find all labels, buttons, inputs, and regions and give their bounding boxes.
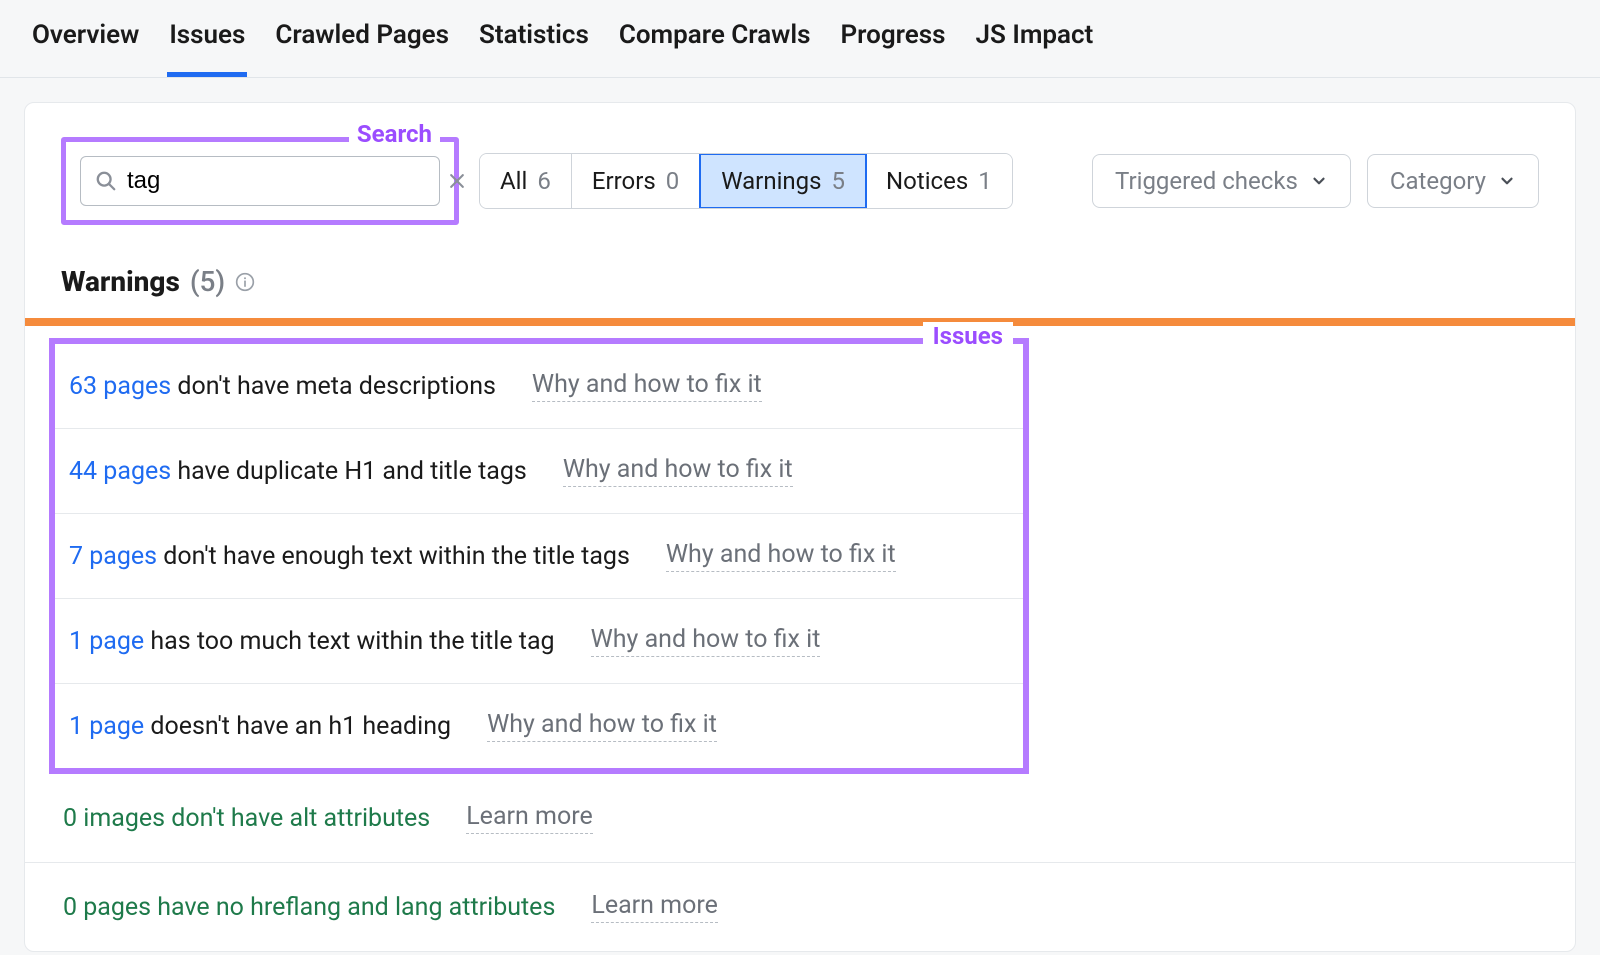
search-icon	[95, 170, 117, 192]
filter-all-label: All	[500, 167, 527, 195]
search-field[interactable]	[80, 156, 440, 206]
toolbar: Search All 6 Er	[25, 103, 1575, 235]
chevron-down-icon	[1498, 172, 1516, 190]
search-annotation-box: Search	[61, 137, 459, 225]
issue-row: 1 page has too much text within the titl…	[55, 599, 1023, 684]
category-label: Category	[1390, 167, 1486, 195]
issue-text: have duplicate H1 and title tags	[171, 457, 527, 486]
issue-text: has too much text within the title tag	[144, 627, 554, 656]
tab-js-impact[interactable]: JS Impact	[974, 20, 1096, 77]
tab-crawled-pages[interactable]: Crawled Pages	[273, 20, 451, 77]
tab-statistics[interactable]: Statistics	[477, 20, 591, 77]
filter-errors-label: Errors	[592, 167, 656, 195]
issues-annotation-label: Issues	[923, 322, 1013, 350]
filter-notices-count: 1	[978, 167, 992, 195]
tab-overview[interactable]: Overview	[30, 20, 141, 77]
issue-row: 63 pages don't have meta descriptions Wh…	[55, 344, 1023, 429]
why-fix-link[interactable]: Why and how to fix it	[666, 540, 896, 572]
issue-pages-link[interactable]: 63 pages	[69, 372, 171, 401]
triggered-checks-dropdown[interactable]: Triggered checks	[1092, 154, 1351, 208]
issue-row: 1 page doesn't have an h1 heading Why an…	[55, 684, 1023, 768]
filter-errors[interactable]: Errors 0	[572, 154, 700, 208]
why-fix-link[interactable]: Why and how to fix it	[563, 455, 793, 487]
issue-text: doesn't have an h1 heading	[144, 712, 451, 741]
issues-card: Search All 6 Er	[24, 102, 1576, 952]
category-dropdown[interactable]: Category	[1367, 154, 1539, 208]
warnings-severity-bar	[25, 318, 1575, 326]
why-fix-link[interactable]: Why and how to fix it	[591, 625, 821, 657]
filter-all-count: 6	[537, 167, 551, 195]
warnings-count: (5)	[190, 265, 225, 298]
issue-pages-link[interactable]: 1 page	[69, 712, 144, 741]
triggered-checks-label: Triggered checks	[1115, 167, 1298, 195]
passed-text: 0 pages have no hreflang and lang attrib…	[63, 893, 555, 922]
filter-warnings-count: 5	[832, 167, 846, 195]
warnings-title: Warnings	[61, 265, 180, 298]
clear-icon[interactable]	[447, 171, 467, 191]
why-fix-link[interactable]: Why and how to fix it	[487, 710, 717, 742]
filter-all[interactable]: All 6	[480, 154, 572, 208]
filter-notices-label: Notices	[886, 167, 968, 195]
issue-pages-link[interactable]: 44 pages	[69, 457, 171, 486]
filter-warnings[interactable]: Warnings 5	[699, 153, 867, 209]
filter-warnings-label: Warnings	[721, 167, 821, 195]
issue-row: 44 pages have duplicate H1 and title tag…	[55, 429, 1023, 514]
filter-notices[interactable]: Notices 1	[866, 154, 1012, 208]
tab-issues[interactable]: Issues	[167, 20, 247, 77]
issue-text: don't have meta descriptions	[171, 372, 496, 401]
issue-row: 7 pages don't have enough text within th…	[55, 514, 1023, 599]
tab-compare-crawls[interactable]: Compare Crawls	[617, 20, 813, 77]
search-annotation-label: Search	[349, 120, 440, 148]
chevron-down-icon	[1310, 172, 1328, 190]
learn-more-link[interactable]: Learn more	[466, 802, 592, 834]
search-input[interactable]	[127, 167, 437, 195]
why-fix-link[interactable]: Why and how to fix it	[532, 370, 762, 402]
passed-row: 0 images don't have alt attributes Learn…	[25, 774, 1575, 863]
passed-row: 0 pages have no hreflang and lang attrib…	[25, 863, 1575, 951]
issue-pages-link[interactable]: 7 pages	[69, 542, 157, 571]
filter-errors-count: 0	[666, 167, 680, 195]
warnings-heading: Warnings (5)	[25, 235, 1575, 318]
learn-more-link[interactable]: Learn more	[591, 891, 717, 923]
issue-pages-link[interactable]: 1 page	[69, 627, 144, 656]
info-icon[interactable]	[235, 272, 255, 292]
filter-pills: All 6 Errors 0 Warnings 5 Notices 1	[479, 153, 1013, 209]
issue-text: don't have enough text within the title …	[157, 542, 630, 571]
issues-annotation-box: Issues 63 pages don't have meta descript…	[49, 338, 1029, 774]
passed-text: 0 images don't have alt attributes	[63, 804, 430, 833]
top-tabs: Overview Issues Crawled Pages Statistics…	[0, 0, 1600, 78]
tab-progress[interactable]: Progress	[839, 20, 948, 77]
